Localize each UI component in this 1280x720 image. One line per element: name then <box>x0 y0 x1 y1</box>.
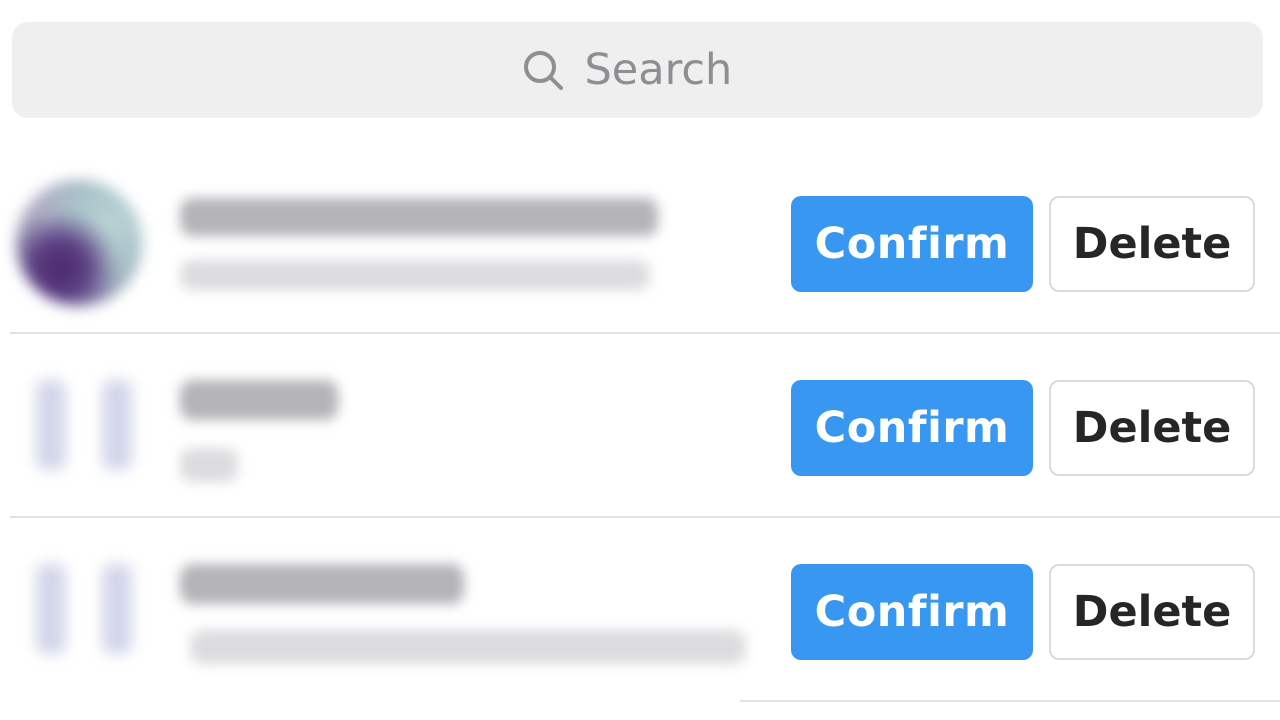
username-redacted[interactable] <box>180 380 338 420</box>
avatar[interactable] <box>16 544 142 670</box>
delete-button[interactable]: Delete <box>1049 196 1255 292</box>
delete-button[interactable]: Delete <box>1049 380 1255 476</box>
avatar[interactable] <box>16 360 142 486</box>
confirm-button[interactable]: Confirm <box>791 196 1033 292</box>
full-name-redacted <box>180 260 650 290</box>
request-row: Confirm Delete <box>0 334 1280 518</box>
divider <box>740 700 1280 702</box>
request-row: Confirm Delete <box>0 150 1280 334</box>
full-name-redacted <box>180 448 238 482</box>
username-redacted[interactable] <box>180 564 464 604</box>
confirm-button[interactable]: Confirm <box>791 564 1033 660</box>
delete-button[interactable]: Delete <box>1049 564 1255 660</box>
search-input[interactable] <box>584 45 755 95</box>
request-row: Confirm Delete <box>0 518 1280 702</box>
username-redacted[interactable] <box>180 198 658 236</box>
avatar[interactable] <box>16 180 142 306</box>
full-name-redacted <box>190 630 746 664</box>
search-icon <box>523 51 563 90</box>
search-bar[interactable] <box>12 22 1263 118</box>
confirm-button[interactable]: Confirm <box>791 380 1033 476</box>
follow-requests-screen: Confirm Delete Confirm Delete Confirm De… <box>0 0 1280 720</box>
